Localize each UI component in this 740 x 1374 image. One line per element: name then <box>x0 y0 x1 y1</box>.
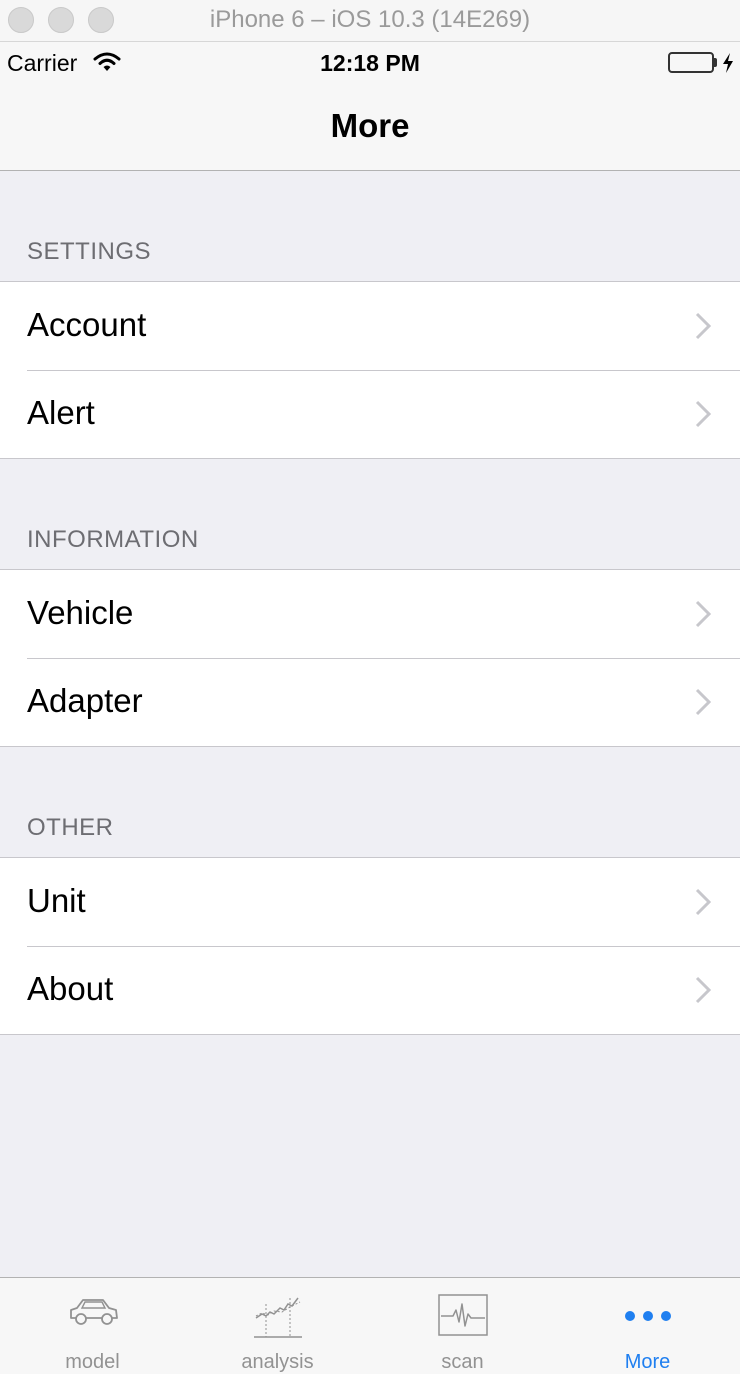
simulator-titlebar: iPhone 6 – iOS 10.3 (14E269) <box>0 0 740 42</box>
analysis-chart-icon <box>253 1297 302 1338</box>
row-about[interactable]: About <box>0 946 740 1034</box>
tab-scan[interactable]: scan <box>370 1278 555 1374</box>
more-dots-icon <box>624 1311 671 1321</box>
tab-bar: model analysis scan More <box>0 1277 740 1374</box>
section-header-other: OTHER <box>27 814 114 841</box>
row-label: Account <box>27 306 147 343</box>
other-group: Unit About <box>0 857 740 1035</box>
battery-icon <box>668 52 714 73</box>
row-vehicle[interactable]: Vehicle <box>0 570 740 658</box>
information-group: Vehicle Adapter <box>0 569 740 747</box>
chevron-right-icon <box>695 976 711 1004</box>
battery-terminal <box>714 58 717 67</box>
row-unit[interactable]: Unit <box>0 858 740 946</box>
tab-label: analysis <box>241 1351 314 1373</box>
row-alert[interactable]: Alert <box>0 370 740 458</box>
chevron-right-icon <box>695 888 711 916</box>
navigation-bar: More <box>0 82 740 171</box>
tab-model[interactable]: model <box>0 1278 185 1374</box>
tab-label: More <box>624 1351 671 1373</box>
row-adapter[interactable]: Adapter <box>0 658 740 746</box>
tab-analysis[interactable]: analysis <box>185 1278 370 1374</box>
page-title: More <box>330 107 410 144</box>
row-label: About <box>27 970 114 1007</box>
tab-more[interactable]: More <box>555 1278 740 1374</box>
row-label: Unit <box>27 882 86 919</box>
row-label: Vehicle <box>27 594 134 631</box>
section-header-settings: SETTINGS <box>27 238 152 265</box>
simulator-title: iPhone 6 – iOS 10.3 (14E269) <box>209 6 531 33</box>
settings-group: Account Alert <box>0 281 740 459</box>
car-icon <box>69 1299 118 1325</box>
status-bar: Carrier 12:18 PM <box>0 42 740 82</box>
row-label: Adapter <box>27 682 143 719</box>
tab-label: model <box>65 1351 120 1373</box>
status-time: 12:18 PM <box>320 50 420 76</box>
chevron-right-icon <box>695 312 711 340</box>
section-header-information: INFORMATION <box>27 526 199 553</box>
chevron-right-icon <box>695 400 711 428</box>
row-label: Alert <box>27 394 95 431</box>
charging-bolt-icon <box>723 53 733 73</box>
row-account[interactable]: Account <box>0 282 740 370</box>
scan-waveform-icon <box>437 1294 488 1336</box>
tab-label: scan <box>441 1351 484 1373</box>
chevron-right-icon <box>695 600 711 628</box>
chevron-right-icon <box>695 688 711 716</box>
